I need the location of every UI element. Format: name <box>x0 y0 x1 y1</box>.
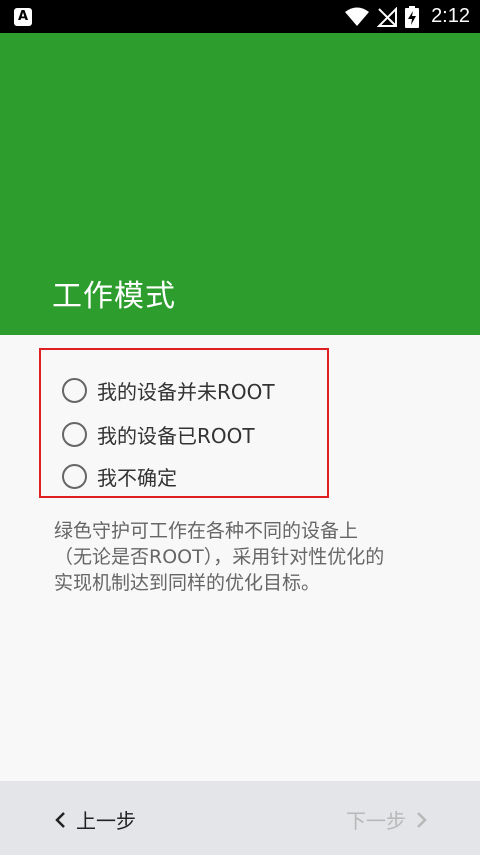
chevron-left-icon <box>55 811 65 828</box>
radio-button[interactable] <box>62 464 87 489</box>
option-not-rooted[interactable]: 我的设备并未ROOT <box>62 376 275 405</box>
option-not-sure[interactable]: 我不确定 <box>62 462 177 491</box>
bottom-nav-bar: 上一步 下一步 <box>0 781 480 855</box>
description-text: 绿色守护可工作在各种不同的设备上 （无论是否ROOT），采用针对性优化的 实现机… <box>54 518 434 596</box>
radio-button[interactable] <box>62 378 87 403</box>
radio-button[interactable] <box>62 422 87 447</box>
option-label: 我的设备已ROOT <box>97 424 255 448</box>
description-line: （无论是否ROOT），采用针对性优化的 <box>54 546 385 568</box>
next-button-label: 下一步 <box>346 809 406 833</box>
next-button[interactable]: 下一步 <box>346 805 428 834</box>
notification-icon: A <box>14 7 32 26</box>
battery-charging-icon <box>405 5 420 28</box>
wifi-icon <box>345 7 370 26</box>
signal-icon <box>377 6 398 27</box>
status-bar: A 2:12 <box>0 0 480 33</box>
prev-button[interactable]: 上一步 <box>54 805 136 834</box>
header: 工作模式 <box>0 33 480 335</box>
prev-button-label: 上一步 <box>76 809 136 833</box>
description-line: 绿色守护可工作在各种不同的设备上 <box>54 520 359 542</box>
option-rooted[interactable]: 我的设备已ROOT <box>62 420 255 449</box>
option-label: 我不确定 <box>97 466 177 490</box>
option-label: 我的设备并未ROOT <box>97 380 275 404</box>
chevron-right-icon <box>417 811 427 828</box>
work-mode-options: 我的设备并未ROOT 我的设备已ROOT 我不确定 <box>39 348 329 498</box>
clock: 2:12 <box>431 5 470 27</box>
description-line: 实现机制达到同样的优化目标。 <box>54 572 321 594</box>
page-title: 工作模式 <box>52 279 176 314</box>
